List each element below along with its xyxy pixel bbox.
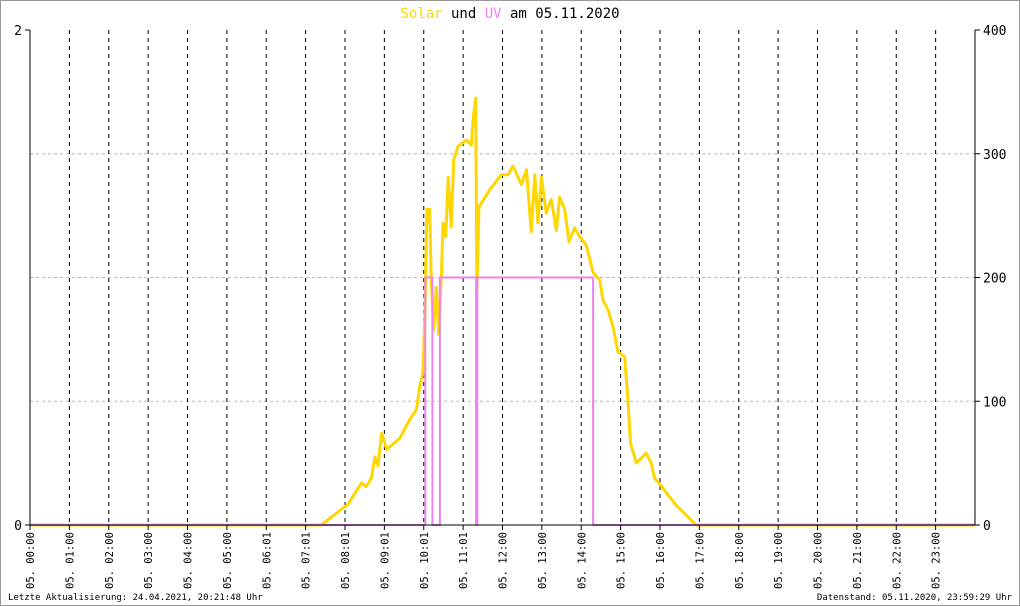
title-solar: Solar [400,6,442,22]
x-tick-label: 05. 22:00 [891,532,903,589]
right-tick-label: 400 [983,24,1006,39]
x-tick-label: 05. 02:00 [104,532,116,589]
left-tick-label: 0 [14,519,22,534]
x-tick-label: 05. 18:00 [734,532,746,589]
x-tick-label: 05. 05:00 [222,532,234,589]
x-tick-label: 05. 08:01 [340,532,352,589]
x-tick-label: 05. 06:01 [261,532,273,589]
x-tick-label: 05. 11:01 [458,532,470,589]
title-uv: UV [485,6,502,22]
data-state-text: Datenstand: 05.11.2020, 23:59:29 Uhr [817,593,1013,603]
x-tick-label: 05. 14:00 [576,532,588,589]
x-tick-label: 05. 01:00 [64,532,76,589]
right-tick-label: 0 [983,519,991,534]
x-tick-label: 05. 21:00 [852,532,864,589]
right-tick-label: 200 [983,272,1006,287]
title-und: und [443,6,485,22]
right-tick-label: 100 [983,395,1006,410]
x-tick-label: 05. 16:00 [655,532,667,589]
x-tick-label: 05. 12:00 [498,532,510,589]
x-tick-label: 05. 23:00 [931,532,943,589]
x-tick-label: 05. 15:00 [616,532,628,589]
x-tick-label: 05. 03:00 [143,532,155,589]
x-tick-label: 05. 09:01 [379,532,391,589]
x-tick-label: 05. 00:00 [25,532,37,589]
x-tick-label: 05. 13:00 [537,532,549,589]
x-tick-label: 05. 07:01 [301,532,313,589]
chart-title: Solar und UV am 05.11.2020 [400,6,619,22]
x-tick-label: 05. 20:00 [813,532,825,589]
x-tick-label: 05. 04:00 [183,532,195,589]
x-tick-label: 05. 10:01 [419,532,431,589]
right-tick-label: 300 [983,148,1006,163]
left-tick-label: 2 [14,24,22,39]
last-update-text: Letzte Aktualisierung: 24.04.2021, 20:21… [8,593,263,603]
title-date: am 05.11.2020 [502,6,620,22]
x-tick-label: 05. 19:00 [773,532,785,589]
solar-uv-chart: Solar und UV am 05.11.2020 05. 00:00 05. … [8,6,1013,603]
x-tick-label: 05. 17:00 [694,532,706,589]
